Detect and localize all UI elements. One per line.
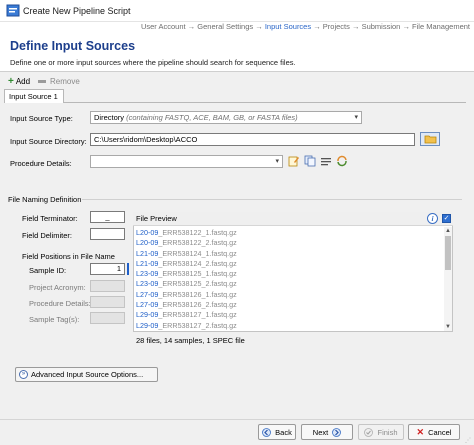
page-description: Define one or more input sources where t… xyxy=(10,58,296,67)
back-button[interactable]: Back xyxy=(258,424,296,440)
procedure-details-input xyxy=(90,296,125,308)
finish-label: Finish xyxy=(377,427,398,437)
window-title: Create New Pipeline Script xyxy=(23,6,131,16)
expand-chevron-icon: » xyxy=(19,370,28,379)
breadcrumb-item-submission: Submission xyxy=(361,22,401,31)
breadcrumb-item-file-management: File Management xyxy=(412,22,470,31)
tab-input-source-1[interactable]: Input Source 1 xyxy=(4,89,64,103)
advanced-options-label: Advanced Input Source Options... xyxy=(31,370,144,379)
sample-id-input[interactable]: 1 xyxy=(90,263,125,275)
browse-folder-button[interactable] xyxy=(420,132,440,146)
plus-icon: + xyxy=(8,75,14,87)
sample-id-label: Sample ID: xyxy=(29,266,67,275)
remove-label: Remove xyxy=(50,76,80,86)
procedure-details-label: Procedure Details: xyxy=(29,299,91,308)
edit-procedure-icon[interactable] xyxy=(288,155,300,167)
list-item: L23-09_ERR538125_2.fastq.gz xyxy=(136,279,237,289)
breadcrumb-item-input-sources: Input Sources xyxy=(264,22,312,31)
advanced-options-button[interactable]: » Advanced Input Source Options... xyxy=(15,367,158,382)
sample-tags-input xyxy=(90,312,125,324)
breadcrumb: User Account → General Settings → Input … xyxy=(140,22,470,31)
group-divider xyxy=(82,199,462,200)
list-item: L20-09_ERR538122_1.fastq.gz xyxy=(136,228,237,237)
list-item: L27-09_ERR538126_1.fastq.gz xyxy=(136,289,237,299)
list-item: L23-09_ERR538125_1.fastq.gz xyxy=(136,269,237,279)
header-divider xyxy=(0,71,474,72)
list-procedure-icon[interactable] xyxy=(320,155,332,167)
back-label: Back xyxy=(275,427,292,437)
field-positions-label: Field Positions in File Name xyxy=(22,252,115,261)
field-delimiter-label: Field Delimiter: xyxy=(22,231,73,240)
next-button[interactable]: Next xyxy=(301,424,353,440)
source-type-label: Input Source Type: xyxy=(10,114,73,123)
chevron-down-icon: ▾ xyxy=(354,114,358,121)
field-terminator-input[interactable]: _ xyxy=(90,211,125,223)
field-terminator-label: Field Terminator: xyxy=(22,214,78,223)
sample-id-indicator xyxy=(127,263,129,275)
copy-procedure-icon[interactable] xyxy=(304,155,316,167)
minus-icon xyxy=(38,79,46,83)
close-icon: ✕ xyxy=(416,426,425,437)
preview-checkbox[interactable]: ✓ xyxy=(442,214,451,223)
finish-icon xyxy=(364,427,374,437)
page-title: Define Input Sources xyxy=(10,39,136,53)
project-acronym-input xyxy=(90,280,125,292)
back-arrow-icon xyxy=(262,427,272,437)
scroll-up-icon[interactable]: ▲ xyxy=(444,227,452,235)
scroll-down-icon[interactable]: ▼ xyxy=(444,323,452,331)
list-item: L29-09_ERR538127_1.fastq.gz xyxy=(136,310,237,320)
procedure-select[interactable]: ▾ xyxy=(90,155,283,168)
list-item: L27-09_ERR538126_2.fastq.gz xyxy=(136,300,237,310)
procedure-label: Procedure Details: xyxy=(10,159,72,168)
info-icon[interactable]: i xyxy=(427,213,438,224)
resize-grip-icon[interactable]: ⋰ xyxy=(465,437,471,444)
sample-tags-label: Sample Tag(s): xyxy=(29,315,80,324)
list-item: L29-09_ERR538127_2.fastq.gz xyxy=(136,320,237,330)
scrollbar-thumb[interactable] xyxy=(445,236,451,270)
source-type-select[interactable]: Directory (containing FASTQ, ACE, BAM, G… xyxy=(90,111,362,124)
file-preview-header xyxy=(133,212,453,226)
next-label: Next xyxy=(312,427,329,437)
next-arrow-icon xyxy=(332,427,342,437)
directory-label: Input Source Directory: xyxy=(10,137,87,146)
project-acronym-label: Project Acronym: xyxy=(29,283,86,292)
list-item: L21-09_ERR538124_2.fastq.gz xyxy=(136,258,237,268)
breadcrumb-item-user-account: User Account xyxy=(140,22,186,31)
file-naming-group-title: File Naming Definition xyxy=(8,195,82,204)
remove-source-button[interactable]: Remove xyxy=(38,75,80,87)
breadcrumb-item-general-settings: General Settings xyxy=(197,22,254,31)
source-type-value: Directory xyxy=(94,113,125,122)
preview-summary: 28 files, 14 samples, 1 SPEC file xyxy=(136,336,245,345)
list-item: L20-09_ERR538122_2.fastq.gz xyxy=(136,238,237,248)
cancel-label: Cancel xyxy=(428,427,452,437)
file-preview-list[interactable]: L20-09_ERR538122_1.fastq.gz L20-09_ERR53… xyxy=(136,228,436,332)
source-type-hint: (containing FASTQ, ACE, BAM, GB, or FAST… xyxy=(126,113,298,122)
chevron-down-icon: ▾ xyxy=(275,158,279,165)
add-source-button[interactable]: + Add xyxy=(8,75,30,87)
footer-divider xyxy=(0,419,474,420)
directory-input[interactable]: C:\Users\ridom\Desktop\ACCO xyxy=(90,133,415,146)
file-preview-title: File Preview xyxy=(136,214,177,223)
field-delimiter-input[interactable] xyxy=(90,228,125,240)
list-item: L21-09_ERR538124_1.fastq.gz xyxy=(136,248,237,258)
app-icon xyxy=(6,4,20,17)
cancel-button[interactable]: ✕ Cancel xyxy=(408,424,460,440)
breadcrumb-item-projects: Projects xyxy=(322,22,350,31)
refresh-procedure-icon[interactable] xyxy=(336,155,348,167)
add-label: Add xyxy=(15,76,31,86)
finish-button[interactable]: Finish xyxy=(358,424,404,440)
folder-icon xyxy=(424,135,436,144)
